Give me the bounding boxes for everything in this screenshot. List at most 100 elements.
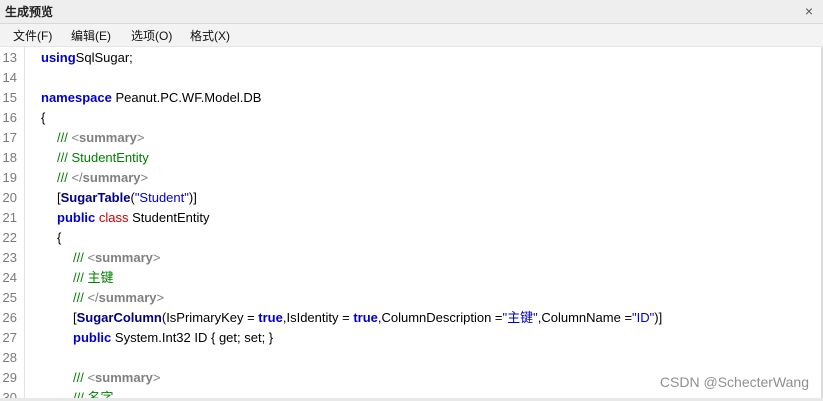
- code-token: summary: [79, 130, 137, 145]
- code-text: /// 主键: [73, 268, 113, 288]
- line-number: 16: [2, 110, 17, 125]
- code-token: (IsPrimaryKey =: [161, 310, 259, 325]
- code-token: SqlSugar;: [75, 50, 133, 65]
- code-line: 19 /// </summary>: [0, 168, 823, 188]
- line-number: 30: [2, 390, 17, 398]
- code-text: usingSqlSugar;: [41, 48, 133, 68]
- code-line: 22 {: [0, 228, 823, 248]
- line-number: 26: [2, 310, 17, 325]
- line-number: 19: [2, 170, 17, 185]
- code-text: [SugarTable("Student")]: [57, 188, 197, 208]
- code-token: ///: [73, 370, 88, 385]
- line-number: 17: [2, 130, 17, 145]
- code-token: true: [353, 310, 378, 325]
- line-number: 18: [2, 150, 17, 165]
- code-token: ///: [73, 290, 88, 305]
- code-token: public: [57, 210, 96, 225]
- code-token: SugarColumn: [76, 310, 162, 325]
- menu-edit[interactable]: 编辑(E): [71, 28, 111, 44]
- code-token: using: [41, 50, 76, 65]
- line-number: 24: [2, 270, 17, 285]
- code-token: {: [41, 110, 46, 125]
- code-token: "ID": [632, 310, 655, 325]
- code-line: 14: [0, 68, 823, 88]
- code-line: 26 [SugarColumn(IsPrimaryKey = true,IsIde…: [0, 308, 823, 328]
- code-line: 13 usingSqlSugar;: [0, 48, 823, 68]
- line-number: 29: [2, 370, 17, 385]
- line-number: 14: [2, 70, 17, 85]
- code-text: namespace Peanut.PC.WF.Model.DB: [41, 88, 261, 108]
- code-token: summary: [82, 170, 141, 185]
- code-line: 15 namespace Peanut.PC.WF.Model.DB: [0, 88, 823, 108]
- code-text: /// </summary>: [73, 288, 164, 308]
- code-token: <: [71, 130, 80, 145]
- code-token: summary: [95, 370, 153, 385]
- menu-bar: 文件(F) 编辑(E) 选项(O) 格式(X): [0, 24, 823, 47]
- code-text: [SugarColumn(IsPrimaryKey = true,IsIdent…: [73, 308, 662, 328]
- code-token: Peanut.PC.WF.Model.DB: [111, 90, 262, 105]
- code-text: /// StudentEntity: [57, 148, 149, 168]
- line-number: 22: [2, 230, 17, 245]
- code-token: class: [95, 210, 129, 225]
- close-icon[interactable]: ×: [801, 2, 817, 20]
- code-token: ///: [73, 250, 88, 265]
- code-token: "主键": [502, 310, 538, 325]
- code-token: "Student": [134, 190, 189, 205]
- code-token: >: [140, 170, 149, 185]
- code-token: true: [258, 310, 283, 325]
- code-token: )]: [654, 310, 663, 325]
- line-number: 23: [2, 250, 17, 265]
- code-token: </: [87, 290, 99, 305]
- code-token: StudentEntity: [128, 210, 210, 225]
- code-token: >: [156, 290, 165, 305]
- menu-file[interactable]: 文件(F): [13, 28, 52, 44]
- code-token: ,ColumnName =: [537, 310, 633, 325]
- code-text: public class StudentEntity: [57, 208, 209, 228]
- code-token: </: [71, 170, 83, 185]
- line-number: 13: [2, 50, 17, 65]
- code-token: ///: [57, 130, 72, 145]
- code-text: {: [57, 228, 61, 248]
- code-token: summary: [98, 290, 157, 305]
- code-text: public System.Int32 ID { get; set; }: [73, 328, 273, 348]
- line-number: 28: [2, 350, 17, 365]
- code-text: {: [41, 108, 45, 128]
- menu-options[interactable]: 选项(O): [131, 28, 172, 44]
- code-token: >: [152, 250, 161, 265]
- code-line: 23 /// <summary>: [0, 248, 823, 268]
- code-token: summary: [95, 250, 153, 265]
- menu-format[interactable]: 格式(X): [190, 28, 230, 44]
- line-number: 20: [2, 190, 17, 205]
- code-line: 17 /// <summary>: [0, 128, 823, 148]
- code-line: 20 [SugarTable("Student")]: [0, 188, 823, 208]
- code-token: namespace: [41, 90, 112, 105]
- code-token: {: [57, 230, 62, 245]
- code-token: >: [136, 130, 145, 145]
- code-text: /// <summary>: [57, 128, 144, 148]
- code-token: /// 主键: [73, 270, 114, 285]
- code-editor[interactable]: 13 usingSqlSugar; 14 15 namespace Peanut.PC.…: [0, 47, 823, 398]
- code-text: /// </summary>: [57, 168, 148, 188]
- watermark: CSDN @SchecterWang: [659, 374, 809, 390]
- code-token: <: [87, 370, 96, 385]
- code-token: ///: [57, 170, 72, 185]
- line-number: 27: [2, 330, 17, 345]
- code-line: 24 /// 主键: [0, 268, 823, 288]
- code-line: 25 /// </summary>: [0, 288, 823, 308]
- code-token: ,ColumnDescription =: [377, 310, 503, 325]
- code-text: /// <summary>: [73, 248, 160, 268]
- line-number: 25: [2, 290, 17, 305]
- code-token: public: [73, 330, 112, 345]
- code-token: /// StudentEntity: [57, 150, 149, 165]
- window-titlebar: 生成预览 ×: [0, 0, 823, 24]
- line-number: 21: [2, 210, 17, 225]
- code-text: /// 名字: [73, 388, 113, 398]
- code-token: )]: [188, 190, 197, 205]
- code-line: 16 {: [0, 108, 823, 128]
- code-line: 18 /// StudentEntity: [0, 148, 823, 168]
- code-line: 21 public class StudentEntity: [0, 208, 823, 228]
- code-token: ,IsIdentity =: [282, 310, 354, 325]
- code-line: 27 public System.Int32 ID { get; set; }: [0, 328, 823, 348]
- code-token: SugarTable: [60, 190, 131, 205]
- code-token: <: [87, 250, 96, 265]
